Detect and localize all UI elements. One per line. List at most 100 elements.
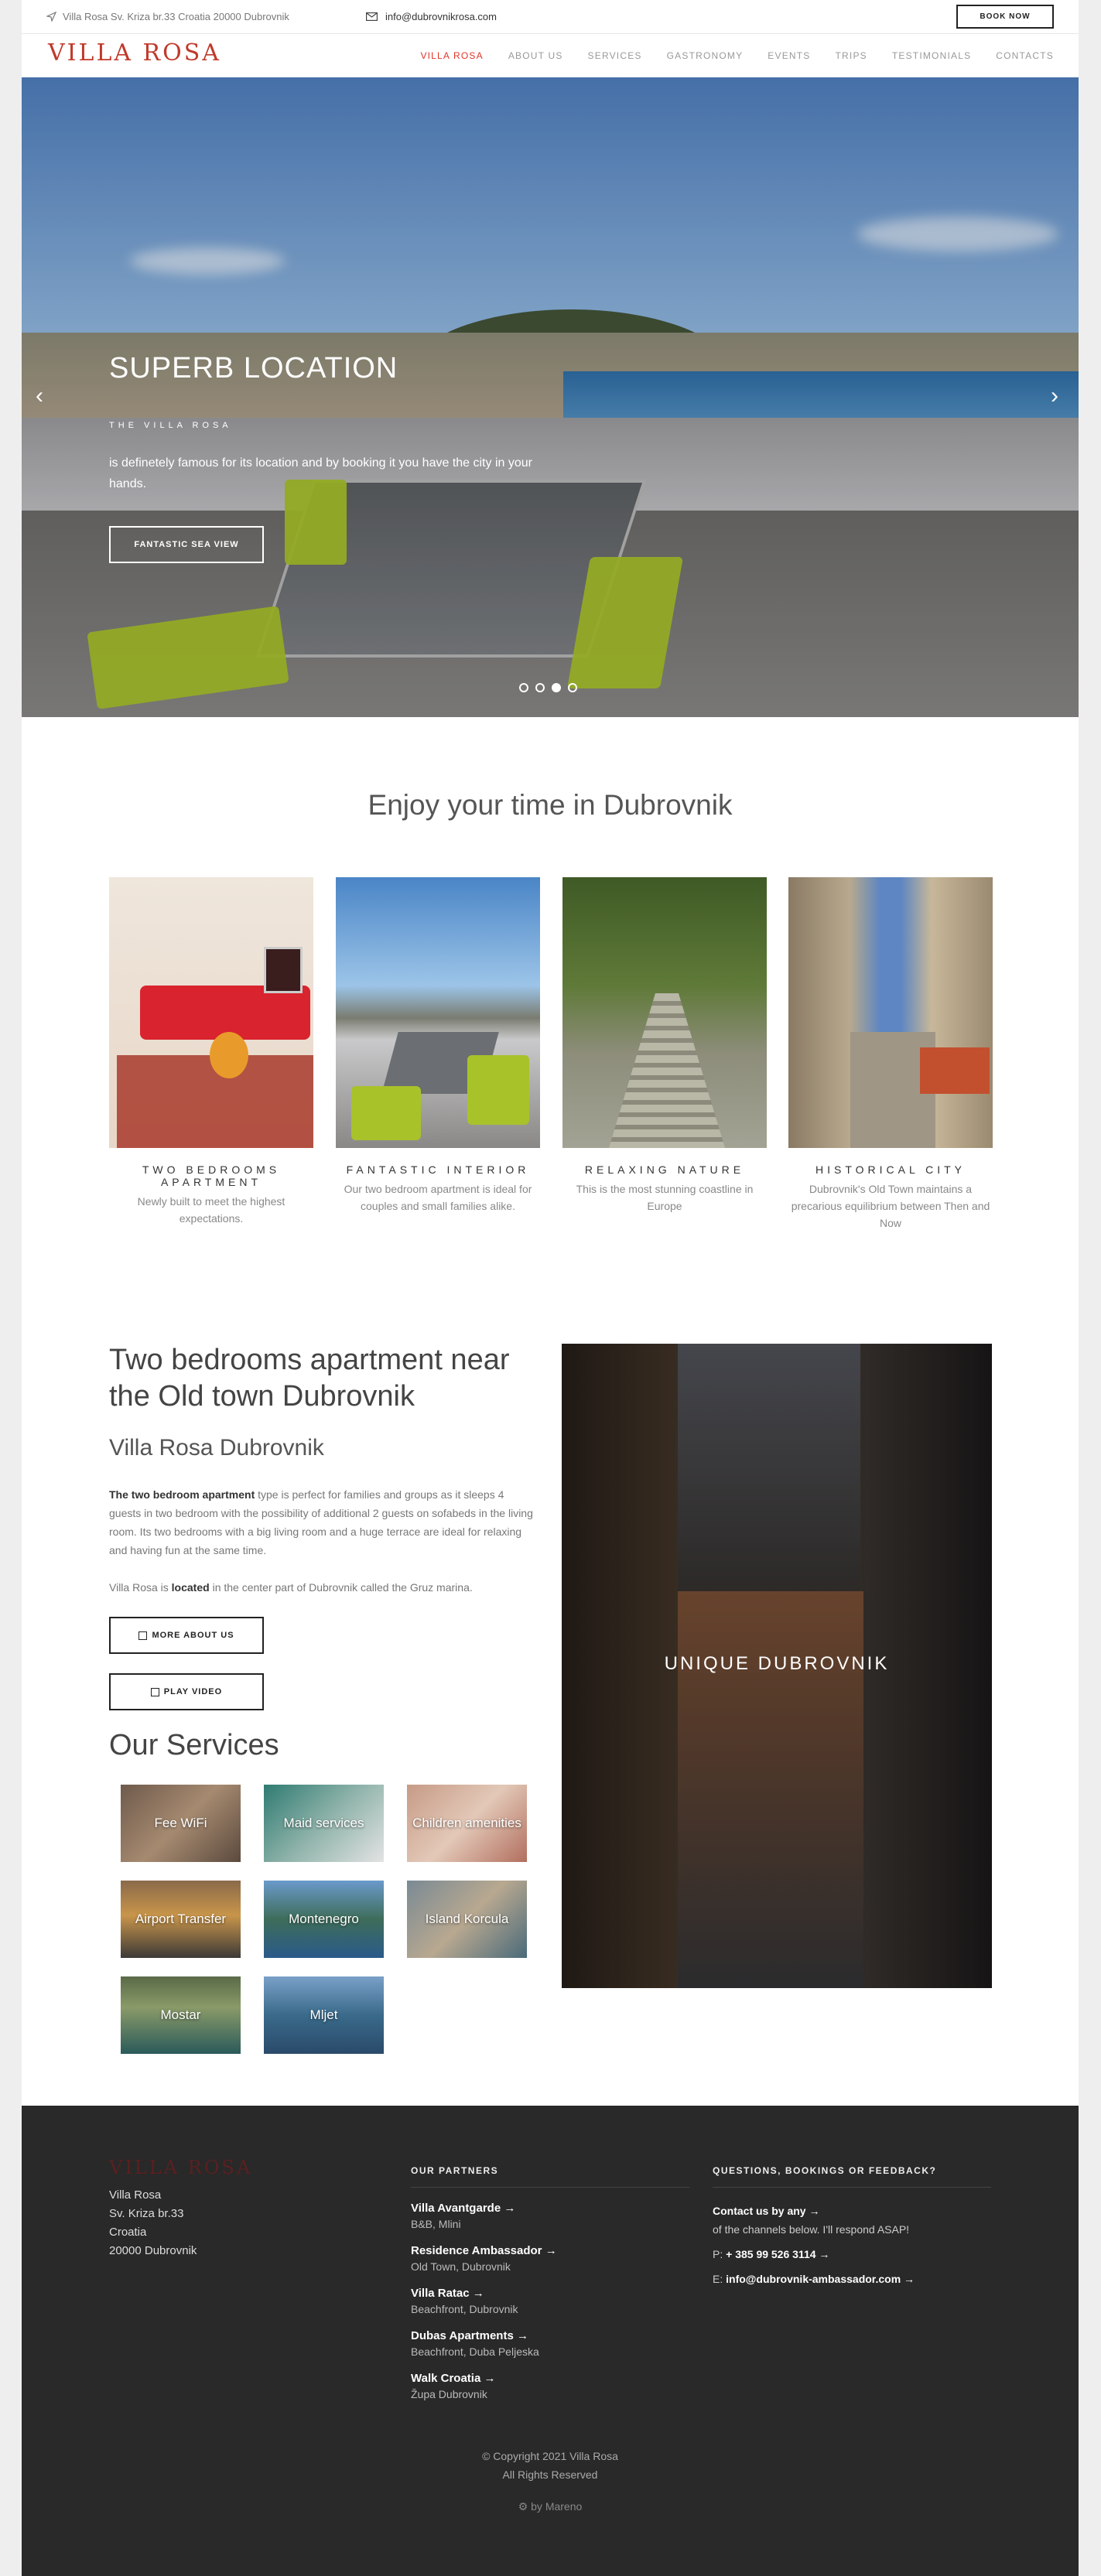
email-label: E: xyxy=(713,2273,723,2285)
partner-name[interactable]: Villa Avantgarde xyxy=(411,2202,501,2215)
service-label: Children amenities xyxy=(412,1816,521,1830)
footer-address-line: 20000 Dubrovnik xyxy=(109,2244,197,2257)
contact-link[interactable]: Contact us by any xyxy=(713,2205,806,2217)
service-tile-wifi[interactable]: Fee WiFi xyxy=(121,1785,241,1862)
feature-title: HISTORICAL CITY xyxy=(815,1163,966,1176)
address-text: Villa Rosa Sv. Kriza br.33 Croatia 20000… xyxy=(63,11,289,22)
service-tile-mostar[interactable]: Mostar xyxy=(121,1976,241,2054)
footer-address-line: Villa Rosa xyxy=(109,2188,162,2202)
nav-item-gastronomy[interactable]: GASTRONOMY xyxy=(667,50,744,61)
feature-text: This is the most stunning coastline in E… xyxy=(576,1183,754,1212)
old-town-label: UNIQUE DUBROVNIK xyxy=(664,1653,890,1674)
slider-dot[interactable] xyxy=(535,683,545,692)
feature-card: TWO BEDROOMS APARTMENT Newly built to me… xyxy=(109,877,313,1227)
site-logo[interactable]: VILLA ROSA xyxy=(48,39,221,67)
services-title: Our Services xyxy=(109,1729,279,1761)
nav-item-events[interactable]: EVENTS xyxy=(768,50,810,61)
feature-image-nature xyxy=(562,877,767,1148)
service-label: Montenegro xyxy=(289,1912,359,1926)
slider-next-arrow-icon[interactable]: › xyxy=(1051,383,1058,409)
more-about-us-button[interactable]: MORE ABOUT US xyxy=(109,1617,264,1654)
nav-item-trips[interactable]: TRIPS xyxy=(836,50,867,61)
service-tile-airport[interactable]: Airport Transfer xyxy=(121,1881,241,1958)
about-paragraph: The two bedroom apartment type is perfec… xyxy=(109,1485,535,1560)
nav-item-villa-rosa[interactable]: VILLA ROSA xyxy=(420,50,483,61)
partner-link[interactable]: Dubas Apartments → xyxy=(411,2329,689,2342)
feature-title: RELAXING NATURE xyxy=(584,1163,745,1176)
contact-block: Contact us by any → of the channels belo… xyxy=(713,2202,991,2288)
partners-heading: OUR PARTNERS xyxy=(411,2165,689,2188)
feature-text: Dubrovnik's Old Town maintains a precari… xyxy=(791,1183,990,1229)
partner-location: B&B, Mlini xyxy=(411,2218,461,2230)
nav-item-testimonials[interactable]: TESTIMONIALS xyxy=(892,50,971,61)
partner-link[interactable]: Walk Croatia → xyxy=(411,2372,689,2385)
feature-image-interior xyxy=(336,877,540,1148)
partner-link[interactable]: Villa Avantgarde → xyxy=(411,2202,689,2215)
byline[interactable]: ⚙ by Mareno xyxy=(22,2500,1079,2513)
envelope-icon xyxy=(366,12,378,21)
byline-text[interactable]: by Mareno xyxy=(531,2500,582,2513)
partner-location: Beachfront, Dubrovnik xyxy=(411,2303,518,2315)
gear-icon: ⚙ xyxy=(518,2500,528,2513)
contact-email-line[interactable]: E: info@dubrovnik-ambassador.com → xyxy=(713,2270,991,2288)
contact-text: of the channels below. I'll respond ASAP… xyxy=(713,2223,910,2236)
email-link[interactable]: info@dubrovnikrosa.com xyxy=(385,11,497,22)
hero-description: is definetely famous for its location an… xyxy=(109,456,532,490)
arrow-right-icon: → xyxy=(484,2372,496,2385)
nav-item-contacts[interactable]: CONTACTS xyxy=(996,50,1054,61)
arrow-right-icon: → xyxy=(809,2205,820,2217)
copyright: © Copyright 2021 Villa Rosa All Rights R… xyxy=(22,2447,1079,2484)
play-video-button[interactable]: PLAY VIDEO xyxy=(109,1673,264,1710)
partner-name[interactable]: Dubas Apartments xyxy=(411,2329,514,2342)
contact-heading: QUESTIONS, BOOKINGS OR FEEDBACK? xyxy=(713,2165,991,2188)
partner-item: Walk Croatia → Župa Dubrovnik xyxy=(411,2372,689,2400)
service-tile-children[interactable]: Children amenities xyxy=(407,1785,527,1862)
service-label: Airport Transfer xyxy=(135,1912,227,1926)
service-tile-montenegro[interactable]: Montenegro xyxy=(264,1881,384,1958)
nav-item-services[interactable]: SERVICES xyxy=(588,50,642,61)
arrow-right-icon: → xyxy=(504,2202,516,2215)
partner-location: Old Town, Dubrovnik xyxy=(411,2260,511,2273)
service-tile-maid[interactable]: Maid services xyxy=(264,1785,384,1862)
nav-item-about-us[interactable]: ABOUT US xyxy=(508,50,563,61)
top-bar: Villa Rosa Sv. Kriza br.33 Croatia 20000… xyxy=(22,0,1079,34)
slider-dot[interactable] xyxy=(568,683,577,692)
feature-title: TWO BEDROOMS APARTMENT xyxy=(142,1163,281,1188)
feature-card: HISTORICAL CITY Dubrovnik's Old Town mai… xyxy=(788,877,993,1232)
feature-card: RELAXING NATURE This is the most stunnin… xyxy=(562,877,767,1215)
footer-logo[interactable]: VILLA ROSA xyxy=(109,2157,252,2178)
play-video-label: PLAY VIDEO xyxy=(163,1687,223,1696)
slider-prev-arrow-icon[interactable]: ‹ xyxy=(36,383,43,409)
book-now-button[interactable]: BOOK NOW xyxy=(956,5,1054,29)
service-tile-korcula[interactable]: Island Korcula xyxy=(407,1881,527,1958)
partner-name[interactable]: Residence Ambassador xyxy=(411,2244,542,2257)
contact-link-line[interactable]: Contact us by any → xyxy=(713,2202,991,2220)
partner-link[interactable]: Residence Ambassador → xyxy=(411,2244,689,2257)
partner-location: Župa Dubrovnik xyxy=(411,2388,487,2400)
slider-dot-active[interactable] xyxy=(552,683,561,692)
footer: VILLA ROSA Villa Rosa Sv. Kriza br.33 Cr… xyxy=(22,2106,1079,2576)
arrow-right-icon: → xyxy=(472,2287,484,2300)
footer-email[interactable]: info@dubrovnik-ambassador.com xyxy=(726,2273,901,2285)
old-town-image: UNIQUE DUBROVNIK xyxy=(562,1344,992,1988)
partner-link[interactable]: Villa Ratac → xyxy=(411,2287,689,2300)
feature-title: FANTASTIC INTERIOR xyxy=(346,1163,530,1176)
main-nav: VILLA ROSA ABOUT US SERVICES GASTRONOMY … xyxy=(420,50,1054,61)
slider-dot[interactable] xyxy=(519,683,528,692)
partner-name[interactable]: Villa Ratac xyxy=(411,2287,470,2300)
service-label: Island Korcula xyxy=(425,1912,509,1926)
more-about-us-label: MORE ABOUT US xyxy=(152,1631,234,1640)
partner-item: Villa Avantgarde → B&B, Mlini xyxy=(411,2202,689,2230)
contact-phone-line[interactable]: P: + 385 99 526 3114 → xyxy=(713,2245,991,2263)
partner-name[interactable]: Walk Croatia xyxy=(411,2372,480,2385)
service-tile-mljet[interactable]: Mljet xyxy=(264,1976,384,2054)
about-location-text: Villa Rosa is xyxy=(109,1581,172,1594)
arrow-right-icon: → xyxy=(545,2244,557,2257)
phone-number[interactable]: + 385 99 526 3114 xyxy=(726,2248,815,2260)
footer-partners: OUR PARTNERS Villa Avantgarde → B&B, Mli… xyxy=(411,2165,689,2400)
hero-cta-button[interactable]: FANTASTIC SEA VIEW xyxy=(109,526,264,563)
feature-image-apartment xyxy=(109,877,313,1148)
service-label: Mljet xyxy=(309,2007,338,2022)
email-info[interactable]: info@dubrovnikrosa.com xyxy=(366,11,497,22)
partner-item: Residence Ambassador → Old Town, Dubrovn… xyxy=(411,2244,689,2273)
